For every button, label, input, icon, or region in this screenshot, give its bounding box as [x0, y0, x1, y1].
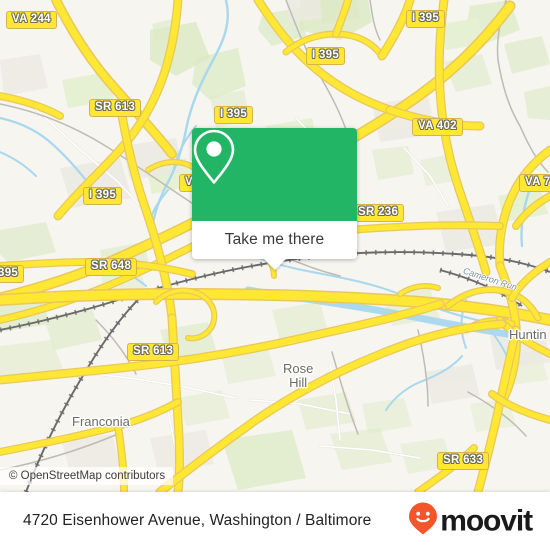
road-shield-sr-613-a: SR 613 [89, 99, 142, 117]
footer-bar: 4720 Eisenhower Avenue, Washington / Bal… [0, 492, 550, 550]
take-me-there-label: Take me there [224, 231, 325, 248]
road-shield-i-395-c: I 395 [214, 106, 254, 124]
road-shield-i-395-a: I 395 [406, 10, 446, 28]
road-shield-sr-648: SR 648 [85, 258, 138, 276]
moovit-pin-smiley-icon [408, 502, 438, 541]
road-shield-va-7: VA 7 [519, 174, 550, 192]
popup-pointer-tail [263, 259, 286, 270]
road-shield-sr-613-b: SR 613 [127, 343, 180, 361]
take-me-there-popup[interactable]: Take me there [192, 128, 357, 270]
moovit-brand[interactable]: moovit [408, 502, 533, 541]
road-shield-va-244: VA 244 [6, 11, 57, 29]
popup-icon-area [192, 128, 357, 221]
popup-action-area[interactable]: Take me there [192, 221, 357, 270]
address-label: 4720 Eisenhower Avenue, Washington / Bal… [23, 512, 372, 529]
road-shield-sr-236: SR 236 [352, 204, 405, 222]
osm-attribution[interactable]: © OpenStreetMap contributors [0, 467, 174, 485]
map-canvas[interactable]: .rdC{fill:none;stroke:#e8c85c;stroke-lin… [0, 0, 550, 492]
road-shield-va-402: VA 402 [412, 118, 463, 136]
moovit-wordmark: moovit [440, 504, 533, 537]
road-shield-i-395-d: I 395 [83, 187, 123, 205]
road-shield-i-395-edge: 395 [0, 265, 25, 283]
road-shield-sr-633: SR 633 [437, 452, 490, 470]
road-shield-i-395-b: I 395 [306, 47, 346, 65]
moovit-map-page: .rdC{fill:none;stroke:#e8c85c;stroke-lin… [0, 0, 550, 550]
